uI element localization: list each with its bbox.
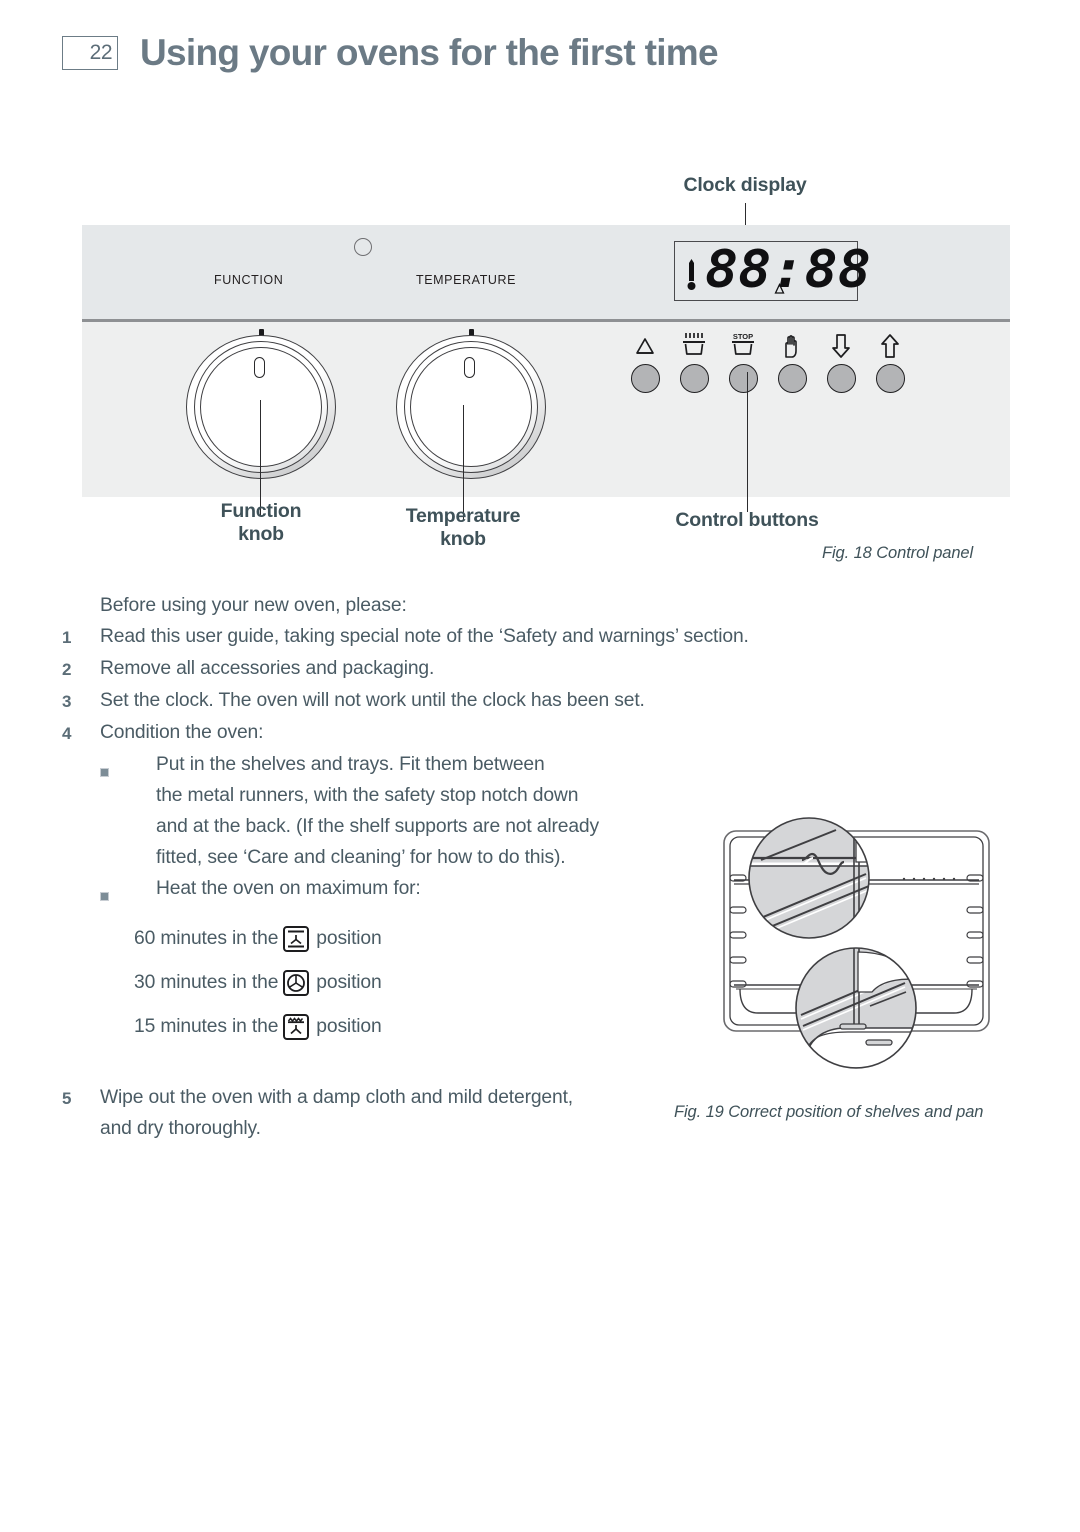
clock-display: 88:88 — [674, 241, 871, 301]
step-row: 2 Remove all accessories and packaging. — [62, 653, 862, 685]
clock-digits: 88:88 — [705, 240, 871, 300]
sub-bullet-line: fitted, see ‘Care and cleaning’ for how … — [156, 847, 566, 868]
minutes-text-before: 60 minutes in the — [134, 928, 279, 949]
callout-clock-display: Clock display — [683, 174, 807, 196]
panel-label-temperature: TEMPERATURE — [416, 273, 517, 287]
step-text: Remove all accessories and packaging. — [100, 658, 435, 679]
leader-line-control-buttons — [747, 372, 749, 512]
stop-text: STOP — [733, 332, 753, 341]
step-number: 5 — [62, 1089, 72, 1108]
step-text-line: Wipe out the oven with a damp cloth and … — [100, 1087, 573, 1108]
page-header: 22 Using your ovens for the first time — [0, 0, 1080, 105]
stop-pot-icon: STOP — [720, 329, 766, 359]
step-text: Wipe out the oven with a damp cloth and … — [100, 1082, 573, 1144]
control-button-decrease[interactable] — [818, 329, 864, 393]
sub-bullet-text: Heat the oven on maximum for: — [156, 873, 421, 907]
control-button-dot[interactable] — [875, 364, 905, 393]
indicator-light-icon — [354, 238, 372, 256]
step-row: 4 Condition the oven: — [62, 717, 862, 749]
square-bullet-icon — [100, 749, 156, 873]
control-button-cook-time[interactable] — [671, 329, 717, 393]
step-text: Condition the oven: — [100, 722, 264, 743]
temperature-knob[interactable] — [396, 329, 546, 479]
control-button-dot[interactable] — [679, 364, 709, 393]
page-title: Using your ovens for the first time — [140, 31, 719, 73]
square-bullet-icon — [100, 873, 156, 907]
fan-grill-icon — [283, 1014, 310, 1040]
sub-bullet-line: Heat the oven on maximum for: — [156, 878, 421, 899]
fan-bake-icon — [283, 926, 310, 952]
control-button-dot[interactable] — [630, 364, 660, 393]
figure-19-caption: Fig. 19 Correct position of shelves and … — [674, 1103, 984, 1121]
callout-control-buttons: Control buttons — [675, 509, 819, 531]
leader-line-function-knob — [260, 400, 262, 515]
minutes-text-after: position — [316, 972, 382, 993]
control-button-dot[interactable] — [777, 364, 807, 393]
control-button-dot[interactable] — [826, 364, 856, 393]
figure-18-caption: Fig. 18 Control panel — [822, 544, 974, 562]
callout-function-knob: Function knob — [220, 500, 302, 545]
sub-bullet-line: Put in the shelves and trays. Fit them b… — [156, 754, 545, 775]
step-text: Read this user guide, taking special not… — [100, 626, 749, 647]
fan-only-icon — [283, 970, 310, 996]
knob-zero-indicator — [254, 357, 265, 378]
minutes-text-after: position — [316, 928, 382, 949]
thermometer-icon — [687, 259, 696, 290]
control-button-timer[interactable] — [622, 329, 668, 393]
sub-bullet-line: the metal runners, with the safety stop … — [156, 785, 579, 806]
step-row: 3 Set the clock. The oven will not work … — [62, 685, 862, 717]
callout-temperature-knob: Temperature knob — [405, 505, 521, 550]
step-text-line: and dry thoroughly. — [100, 1118, 261, 1139]
hand-icon — [769, 329, 815, 359]
bell-small-icon — [774, 283, 785, 294]
control-panel-illustration: FUNCTION TEMPERATURE 88:88 STOP — [82, 225, 1010, 497]
arrow-down-icon — [818, 329, 864, 359]
step-text: Set the clock. The oven will not work un… — [100, 690, 645, 711]
control-button-manual[interactable] — [769, 329, 815, 393]
step-number: 2 — [62, 660, 72, 679]
control-button-dot[interactable] — [728, 364, 758, 393]
figure-19-illustration — [706, 800, 1006, 1090]
bell-icon — [622, 329, 668, 359]
minutes-text-before: 30 minutes in the — [134, 972, 279, 993]
step-number: 4 — [62, 724, 72, 743]
minutes-text-after: position — [316, 1016, 382, 1037]
control-button-increase[interactable] — [867, 329, 913, 393]
intro-line: Before using your new oven, please: — [100, 595, 407, 616]
page-number-badge: 22 — [62, 35, 118, 70]
knob-zero-indicator — [464, 357, 475, 378]
leader-line-temperature-knob — [463, 405, 465, 520]
control-button-stop-time[interactable]: STOP — [720, 329, 766, 393]
step-number: 1 — [62, 628, 72, 647]
arrow-up-icon — [867, 329, 913, 359]
step-number: 3 — [62, 692, 72, 711]
panel-label-function: FUNCTION — [214, 273, 284, 287]
sub-bullet-line: and at the back. (If the shelf supports … — [156, 816, 599, 837]
sub-bullet-text: Put in the shelves and trays. Fit them b… — [156, 749, 599, 873]
minutes-text-before: 15 minutes in the — [134, 1016, 279, 1037]
cook-pot-heat-icon — [671, 329, 717, 359]
step-row: 1 Read this user guide, taking special n… — [62, 621, 862, 653]
